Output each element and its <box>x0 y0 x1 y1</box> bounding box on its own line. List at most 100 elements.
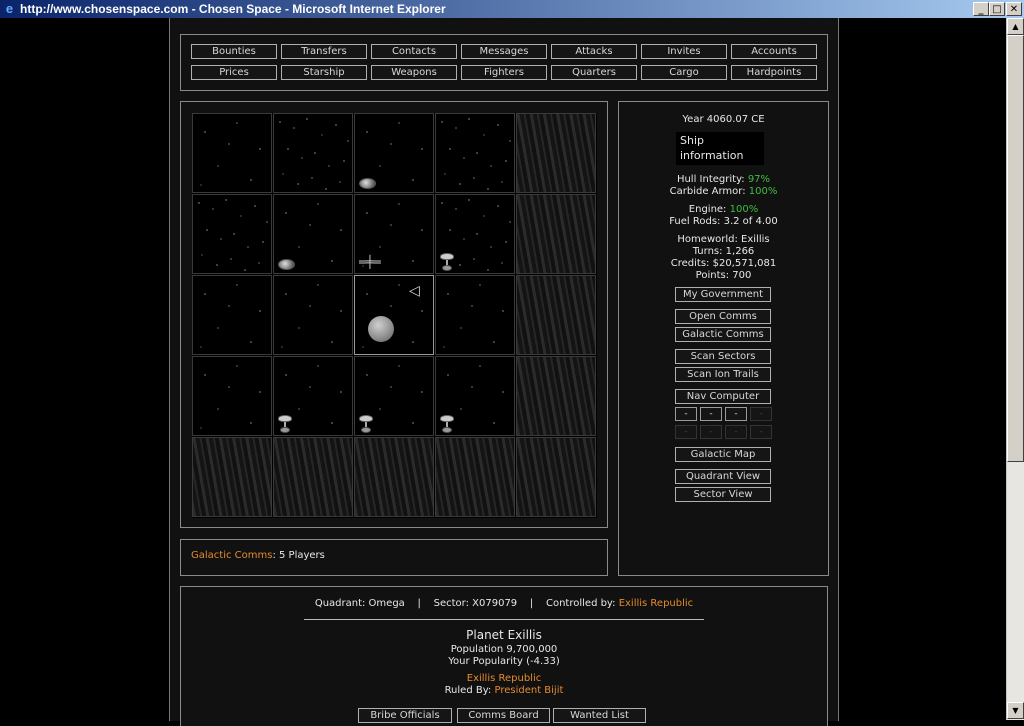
sector-cell[interactable] <box>192 356 272 436</box>
close-button[interactable]: ✕ <box>1006 2 1022 16</box>
asteroid-icon[interactable] <box>278 259 295 270</box>
sector-cell[interactable] <box>516 113 596 193</box>
faction-link[interactable]: Exillis Republic <box>181 673 827 684</box>
comms-status-panel: Galactic Comms: 5 Players <box>180 539 608 576</box>
nav-slot[interactable]: - <box>750 407 772 421</box>
ruler-link[interactable]: President Bijit <box>494 685 563 696</box>
nav-invites-button[interactable]: Invites <box>641 44 727 59</box>
player-count: : 5 Players <box>272 550 325 561</box>
nav-cargo-button[interactable]: Cargo <box>641 65 727 80</box>
maximize-button[interactable]: □ <box>989 2 1005 16</box>
sector-cell[interactable] <box>516 356 596 436</box>
sector-cell[interactable] <box>354 437 434 517</box>
sector-cell[interactable] <box>273 275 353 355</box>
scroll-up-button[interactable]: ▲ <box>1007 18 1024 35</box>
sector-cell[interactable]: ═╪═ <box>354 194 434 274</box>
sector-cell[interactable] <box>516 194 596 274</box>
divider <box>304 619 704 620</box>
open-comms-button[interactable]: Open Comms <box>675 309 771 324</box>
sector-cell[interactable] <box>192 275 272 355</box>
nav-slot[interactable]: - <box>725 407 747 421</box>
sector-cell[interactable] <box>435 113 515 193</box>
nav-slot[interactable]: - <box>700 425 722 439</box>
minimize-button[interactable]: _ <box>973 2 989 16</box>
nav-slot[interactable]: - <box>675 407 697 421</box>
nav-slot[interactable]: - <box>675 425 697 439</box>
my-government-button[interactable]: My Government <box>675 287 771 302</box>
ie-icon: e <box>5 1 14 16</box>
sector-cell[interactable] <box>192 194 272 274</box>
nav-computer-button[interactable]: Nav Computer <box>675 389 771 404</box>
galactic-comms-button[interactable]: Galactic Comms <box>675 327 771 342</box>
comms-status: Galactic Comms: 5 Players <box>191 550 325 561</box>
sector-cell[interactable] <box>435 356 515 436</box>
player-ship-cursor-icon: ◁ <box>409 283 420 299</box>
year-label: Year 4060.07 CE <box>682 114 765 125</box>
controlling-faction-link[interactable]: Exillis Republic <box>619 598 693 609</box>
planet-icon[interactable] <box>368 316 394 342</box>
galactic-map-button[interactable]: Galactic Map <box>675 447 771 462</box>
nav-attacks-button[interactable]: Attacks <box>551 44 637 59</box>
fuel-rods: Fuel Rods: 3.2 of 4.00 <box>669 216 778 227</box>
nav-slot[interactable]: - <box>725 425 747 439</box>
engine-value: 100% <box>729 204 759 215</box>
nav-quarters-button[interactable]: Quarters <box>551 65 637 80</box>
sector-cell[interactable] <box>516 275 596 355</box>
controlled-by: Controlled by: Exillis Republic <box>545 598 694 609</box>
popularity: Your Popularity (-4.33) <box>448 656 560 667</box>
nav-accounts-button[interactable]: Accounts <box>731 44 817 59</box>
sector-cell[interactable] <box>273 194 353 274</box>
sector-cell[interactable] <box>192 437 272 517</box>
galactic-comms-link[interactable]: Galactic Comms <box>191 550 272 561</box>
sector-info-panel: Quadrant: Omega | Sector: X079079 | Cont… <box>180 586 828 726</box>
engine-status: Engine: 100% <box>688 204 759 215</box>
nav-messages-button[interactable]: Messages <box>461 44 547 59</box>
sector-cell[interactable] <box>273 356 353 436</box>
sector-cell[interactable] <box>435 275 515 355</box>
sector-cell[interactable] <box>516 437 596 517</box>
station-icon[interactable] <box>440 253 454 273</box>
nav-weapons-button[interactable]: Weapons <box>371 65 457 80</box>
scan-sectors-button[interactable]: Scan Sectors <box>675 349 771 364</box>
sector-cell[interactable] <box>435 437 515 517</box>
nav-transfers-button[interactable]: Transfers <box>281 44 367 59</box>
sector-map-panel: ═╪═ ◁ <box>180 101 608 528</box>
turns: Turns: 1,266 <box>692 246 755 257</box>
station-icon[interactable] <box>359 415 373 435</box>
nav-starship-button[interactable]: Starship <box>281 65 367 80</box>
separator: | <box>529 598 534 609</box>
title-bar: e http://www.chosenspace.com - Chosen Sp… <box>0 0 1024 18</box>
page-content: Bounties Transfers Contacts Messages Attacks… <box>169 18 839 726</box>
nav-bounties-button[interactable]: Bounties <box>191 44 277 59</box>
nav-hardpoints-button[interactable]: Hardpoints <box>731 65 817 80</box>
vertical-scrollbar[interactable]: ▲ ▼ <box>1006 18 1024 720</box>
hull-value: 97% <box>747 174 771 185</box>
quadrant-label: Quadrant: Omega <box>314 598 405 609</box>
sector-label: Sector: X079079 <box>433 598 518 609</box>
sector-cell[interactable] <box>192 113 272 193</box>
asteroid-icon[interactable] <box>359 178 376 189</box>
population: Population 9,700,000 <box>450 644 558 655</box>
starship-icon[interactable]: ═╪═ <box>359 255 389 269</box>
sector-view-button[interactable]: Sector View <box>675 487 771 502</box>
sector-cell[interactable] <box>435 194 515 274</box>
scroll-down-button[interactable]: ▼ <box>1007 702 1024 719</box>
separator: | <box>417 598 421 609</box>
nav-contacts-button[interactable]: Contacts <box>371 44 457 59</box>
sector-cell[interactable] <box>273 113 353 193</box>
nav-slot[interactable]: - <box>700 407 722 421</box>
station-icon[interactable] <box>440 415 454 435</box>
sector-cell[interactable] <box>354 356 434 436</box>
nav-slot[interactable]: - <box>750 425 772 439</box>
scan-ion-trails-button[interactable]: Scan Ion Trails <box>675 367 771 382</box>
points: Points: 700 <box>695 270 752 281</box>
sector-cell[interactable]: ◁ <box>354 275 434 355</box>
nav-prices-button[interactable]: Prices <box>191 65 277 80</box>
nav-panel: Bounties Transfers Contacts Messages Attacks… <box>180 34 828 91</box>
quadrant-view-button[interactable]: Quadrant View <box>675 469 771 484</box>
sector-cell[interactable] <box>273 437 353 517</box>
sector-cell[interactable] <box>354 113 434 193</box>
scroll-thumb[interactable] <box>1007 35 1024 462</box>
station-icon[interactable] <box>278 415 292 435</box>
nav-fighters-button[interactable]: Fighters <box>461 65 547 80</box>
